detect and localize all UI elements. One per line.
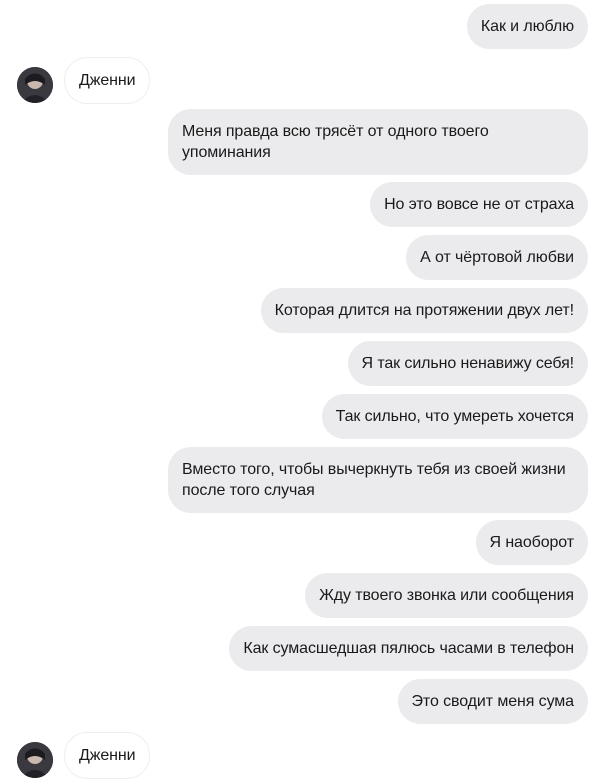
- message-text: Меня правда всю трясёт от одного твоего …: [182, 123, 489, 161]
- message-bubble-outgoing[interactable]: А от чёртовой любви: [406, 235, 588, 280]
- message-text: Я так сильно ненавижу себя!: [361, 355, 575, 372]
- message-bubble-outgoing[interactable]: Которая длится на протяжении двух лет!: [260, 288, 588, 333]
- message-text: Как и люблю: [480, 18, 574, 35]
- message-text: Вместо того, чтобы вычеркнуть тебя из св…: [182, 461, 566, 499]
- message-text: Которая длится на протяжении двух лет!: [274, 302, 574, 319]
- message-bubble-incoming[interactable]: Дженни: [64, 57, 151, 104]
- message-bubble-incoming[interactable]: Дженни: [64, 732, 151, 779]
- avatar-photo-icon: [17, 742, 53, 778]
- message-bubble-outgoing[interactable]: Жду твоего звонка или сообщения: [305, 573, 588, 618]
- message-bubble-outgoing[interactable]: Вместо того, чтобы вычеркнуть тебя из св…: [168, 447, 588, 513]
- contact-avatar[interactable]: [17, 67, 53, 103]
- message-bubble-outgoing[interactable]: Как сумасшедшая пялюсь часами в телефон: [229, 626, 588, 671]
- message-text: Это сводит меня сума: [411, 693, 575, 710]
- message-bubble-outgoing[interactable]: Так сильно, что умереть хочется: [321, 394, 588, 439]
- message-text: Дженни: [79, 72, 136, 89]
- message-bubble-outgoing[interactable]: Как и люблю: [466, 4, 588, 49]
- message-text: Так сильно, что умереть хочется: [335, 408, 574, 425]
- avatar-photo-icon: [17, 67, 53, 103]
- contact-avatar[interactable]: [17, 742, 53, 778]
- message-text: Я наоборот: [489, 534, 575, 551]
- message-bubble-outgoing[interactable]: Это сводит меня сума: [397, 679, 588, 724]
- message-text: Но это вовсе не от страха: [384, 196, 574, 213]
- message-text: А от чёртовой любви: [420, 249, 574, 266]
- message-text: Жду твоего звонка или сообщения: [319, 587, 574, 604]
- message-bubble-outgoing[interactable]: Меня правда всю трясёт от одного твоего …: [168, 109, 588, 175]
- message-bubble-outgoing[interactable]: Я так сильно ненавижу себя!: [347, 341, 588, 386]
- message-bubble-outgoing[interactable]: Но это вовсе не от страха: [370, 182, 588, 227]
- message-text: Дженни: [79, 747, 136, 764]
- message-text: Как сумасшедшая пялюсь часами в телефон: [243, 640, 574, 657]
- message-bubble-outgoing[interactable]: Я наоборот: [475, 520, 588, 565]
